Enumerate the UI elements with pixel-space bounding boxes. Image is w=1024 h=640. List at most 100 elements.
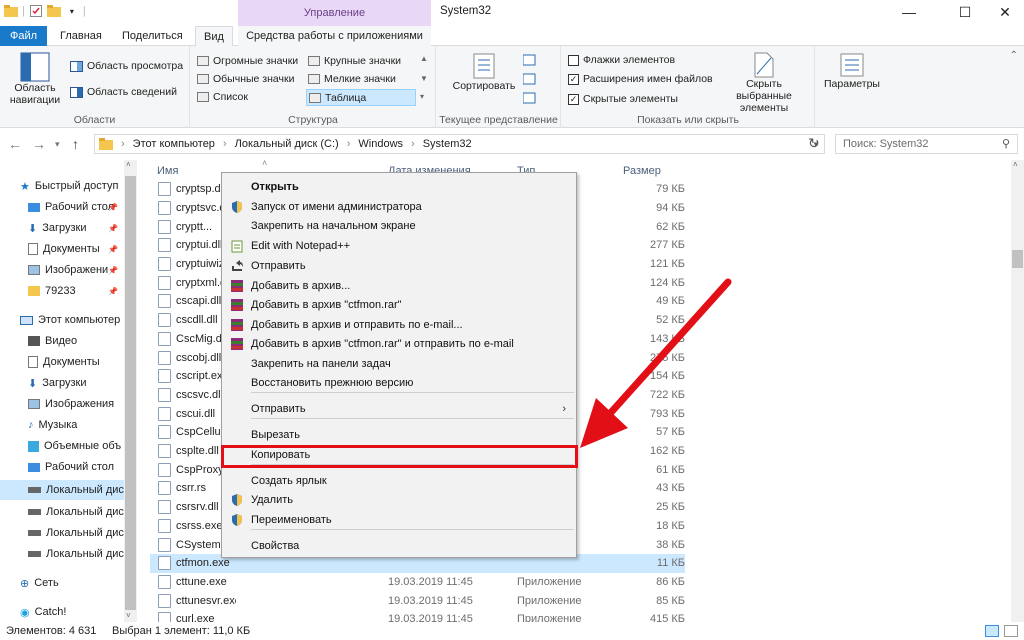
refresh-icon[interactable]: ↻ [808,135,820,152]
layout-small[interactable]: Мелкие значки [308,73,396,85]
nav-catch[interactable]: ◉ Catch! [0,602,124,622]
menu-item-6[interactable]: Добавить в архив "ctfmon.rar" [222,295,576,315]
tab-file[interactable]: Файл [0,26,47,46]
item-checkboxes-toggle[interactable]: Флажки элементов [568,54,675,66]
nav-pictures[interactable]: Изображени 📌 [0,260,124,280]
scroll-down-icon[interactable]: ˅ [126,611,131,620]
details-view-icon[interactable] [985,625,999,637]
forward-button[interactable]: → [32,136,46,152]
table-row[interactable]: cttunesvr.exe 19.03.2019 11:45 Приложение 8… [150,591,685,610]
nav-scrollbar[interactable]: ˄ ˅ [124,160,137,622]
nav-this-pc[interactable]: Этот компьютер [0,310,124,330]
tab-view[interactable]: Вид [195,26,233,47]
nav-desktop[interactable]: Рабочий стол 📌 [0,197,124,217]
nav-documents-2[interactable]: Документы [0,352,124,372]
menu-item-10[interactable]: Восстановить прежнюю версию [222,373,576,393]
menu-item-14[interactable]: Создать ярлык [222,471,576,491]
layout-scroll-up-icon[interactable]: ▲ [420,54,428,63]
group-by-icon[interactable] [522,54,541,69]
new-folder-icon[interactable] [46,4,61,18]
menu-item-8[interactable]: Добавить в архив "ctfmon.rar" и отправит… [222,334,576,354]
menu-item-3[interactable]: Edit with Notepad++ [222,236,576,256]
table-row[interactable]: cttune.exe 19.03.2019 11:45 Приложение 86 К… [150,573,685,592]
menu-item-11[interactable]: Отправить › [222,399,576,419]
nav-downloads-2[interactable]: ⬇ Загрузки [0,373,124,393]
menu-item-5[interactable]: Добавить в архив... [222,276,576,296]
hidden-items-toggle[interactable]: ✓ Скрытые элементы [568,93,678,105]
layout-extra-large[interactable]: Огромные значки [197,55,298,67]
sort-button[interactable]: Сортировать [449,52,519,92]
close-button[interactable]: ✕ [982,0,1024,24]
menu-item-15[interactable]: Удалить [222,490,576,510]
file-extensions-toggle[interactable]: ✓ Расширения имен файлов [568,73,713,85]
tab-app-tools[interactable]: Средства работы с приложениями [238,26,431,46]
layout-large[interactable]: Крупные значки [308,55,401,67]
file-extensions-checkbox[interactable]: ✓ [568,73,579,85]
large-icons-view-icon[interactable] [1004,625,1018,637]
nav-quick-access[interactable]: ★ Быстрый доступ [0,176,124,196]
preview-pane-button[interactable]: Область просмотра [70,60,183,72]
menu-item-17[interactable]: Свойства [222,536,576,556]
nav-network[interactable]: ⊕ Сеть [0,573,124,593]
nav-video[interactable]: Видео [0,331,124,351]
item-checkboxes-checkbox[interactable] [568,54,579,66]
breadcrumb-this-pc[interactable]: Этот компьютер [133,138,215,150]
back-button[interactable]: ← [8,136,22,152]
file-scroll-thumb[interactable] [1012,250,1023,268]
table-row[interactable]: curl.exe 19.03.2019 11:45 Приложение 415 КБ [150,610,685,622]
layout-list[interactable]: Список [197,91,248,103]
nav-3d-objects[interactable]: Объемные объ [0,436,124,456]
address-bar[interactable]: › Этот компьютер › Локальный диск (C:) ›… [94,134,825,154]
breadcrumb-local-disk[interactable]: Локальный диск (C:) [235,138,339,150]
column-name[interactable]: Имя [157,160,178,182]
nav-scroll-thumb[interactable] [125,176,136,610]
nav-local-disk-c[interactable]: Локальный дис [0,480,124,500]
menu-item-12[interactable]: Вырезать [222,425,576,445]
menu-item-0[interactable]: Открыть [222,177,576,197]
scroll-up-icon[interactable]: ˄ [1013,160,1018,169]
tab-home[interactable]: Главная [52,26,110,46]
nav-pictures-2[interactable]: Изображения [0,394,124,414]
menu-item-2[interactable]: Закрепить на начальном экране [222,216,576,236]
breadcrumb-windows[interactable]: Windows [358,138,403,150]
breadcrumb-system32[interactable]: System32 [423,138,472,150]
add-columns-icon[interactable] [522,73,541,88]
tab-share[interactable]: Поделиться [114,26,191,46]
nav-local-disk-4[interactable]: Локальный дис [0,544,124,564]
nav-pane-button[interactable]: Область навигации [4,52,66,106]
menu-item-4[interactable]: Отправить [222,256,576,276]
ribbon-tabs: Файл Главная Поделиться Вид Средства раб… [0,26,1024,47]
nav-music[interactable]: ♪ Музыка [0,415,124,435]
recent-dropdown-icon[interactable]: ▾ [55,139,60,150]
hidden-items-checkbox[interactable]: ✓ [568,93,579,105]
customize-dropdown-icon[interactable]: ▾ [65,4,79,18]
ribbon-collapse-icon[interactable]: ⌃ [1010,50,1018,61]
layout-medium[interactable]: Обычные значки [197,73,294,85]
up-button[interactable]: ↑ [72,136,79,152]
details-pane-button[interactable]: Область сведений [70,86,177,98]
file-list-scrollbar[interactable]: ˄ [1011,160,1024,622]
options-button[interactable]: Параметры [820,52,884,90]
menu-item-7[interactable]: Добавить в архив и отправить по e-mail..… [222,315,576,335]
layout-more-icon[interactable]: ▾ [420,92,424,101]
nav-folder-79233[interactable]: 79233 📌 [0,281,124,301]
menu-item-label: Добавить в архив... [251,279,351,292]
properties-icon[interactable] [29,4,43,18]
layout-scroll-down-icon[interactable]: ▼ [420,74,428,83]
scroll-up-icon[interactable]: ˄ [126,160,131,169]
minimize-button[interactable]: — [886,0,932,24]
nav-documents[interactable]: Документы 📌 [0,239,124,259]
size-columns-icon[interactable] [522,92,541,107]
search-input[interactable]: Поиск: System32 [835,134,1018,154]
nav-local-disk-2[interactable]: Локальный дис [0,502,124,522]
nav-local-disk-3[interactable]: Локальный дис [0,523,124,543]
hide-selected-button[interactable]: Скрыть выбранные элементы [717,52,811,114]
nav-downloads[interactable]: ⬇ Загрузки 📌 [0,218,124,238]
menu-item-1[interactable]: Запуск от имени администратора [222,197,576,217]
layout-details[interactable]: Таблица [306,89,416,106]
menu-item-label: Закрепить на начальном экране [251,219,416,232]
menu-item-9[interactable]: Закрепить на панели задач [222,354,576,374]
column-size[interactable]: Размер [623,160,661,182]
menu-item-16[interactable]: Переименовать [222,510,576,530]
nav-desktop-2[interactable]: Рабочий стол [0,457,124,477]
